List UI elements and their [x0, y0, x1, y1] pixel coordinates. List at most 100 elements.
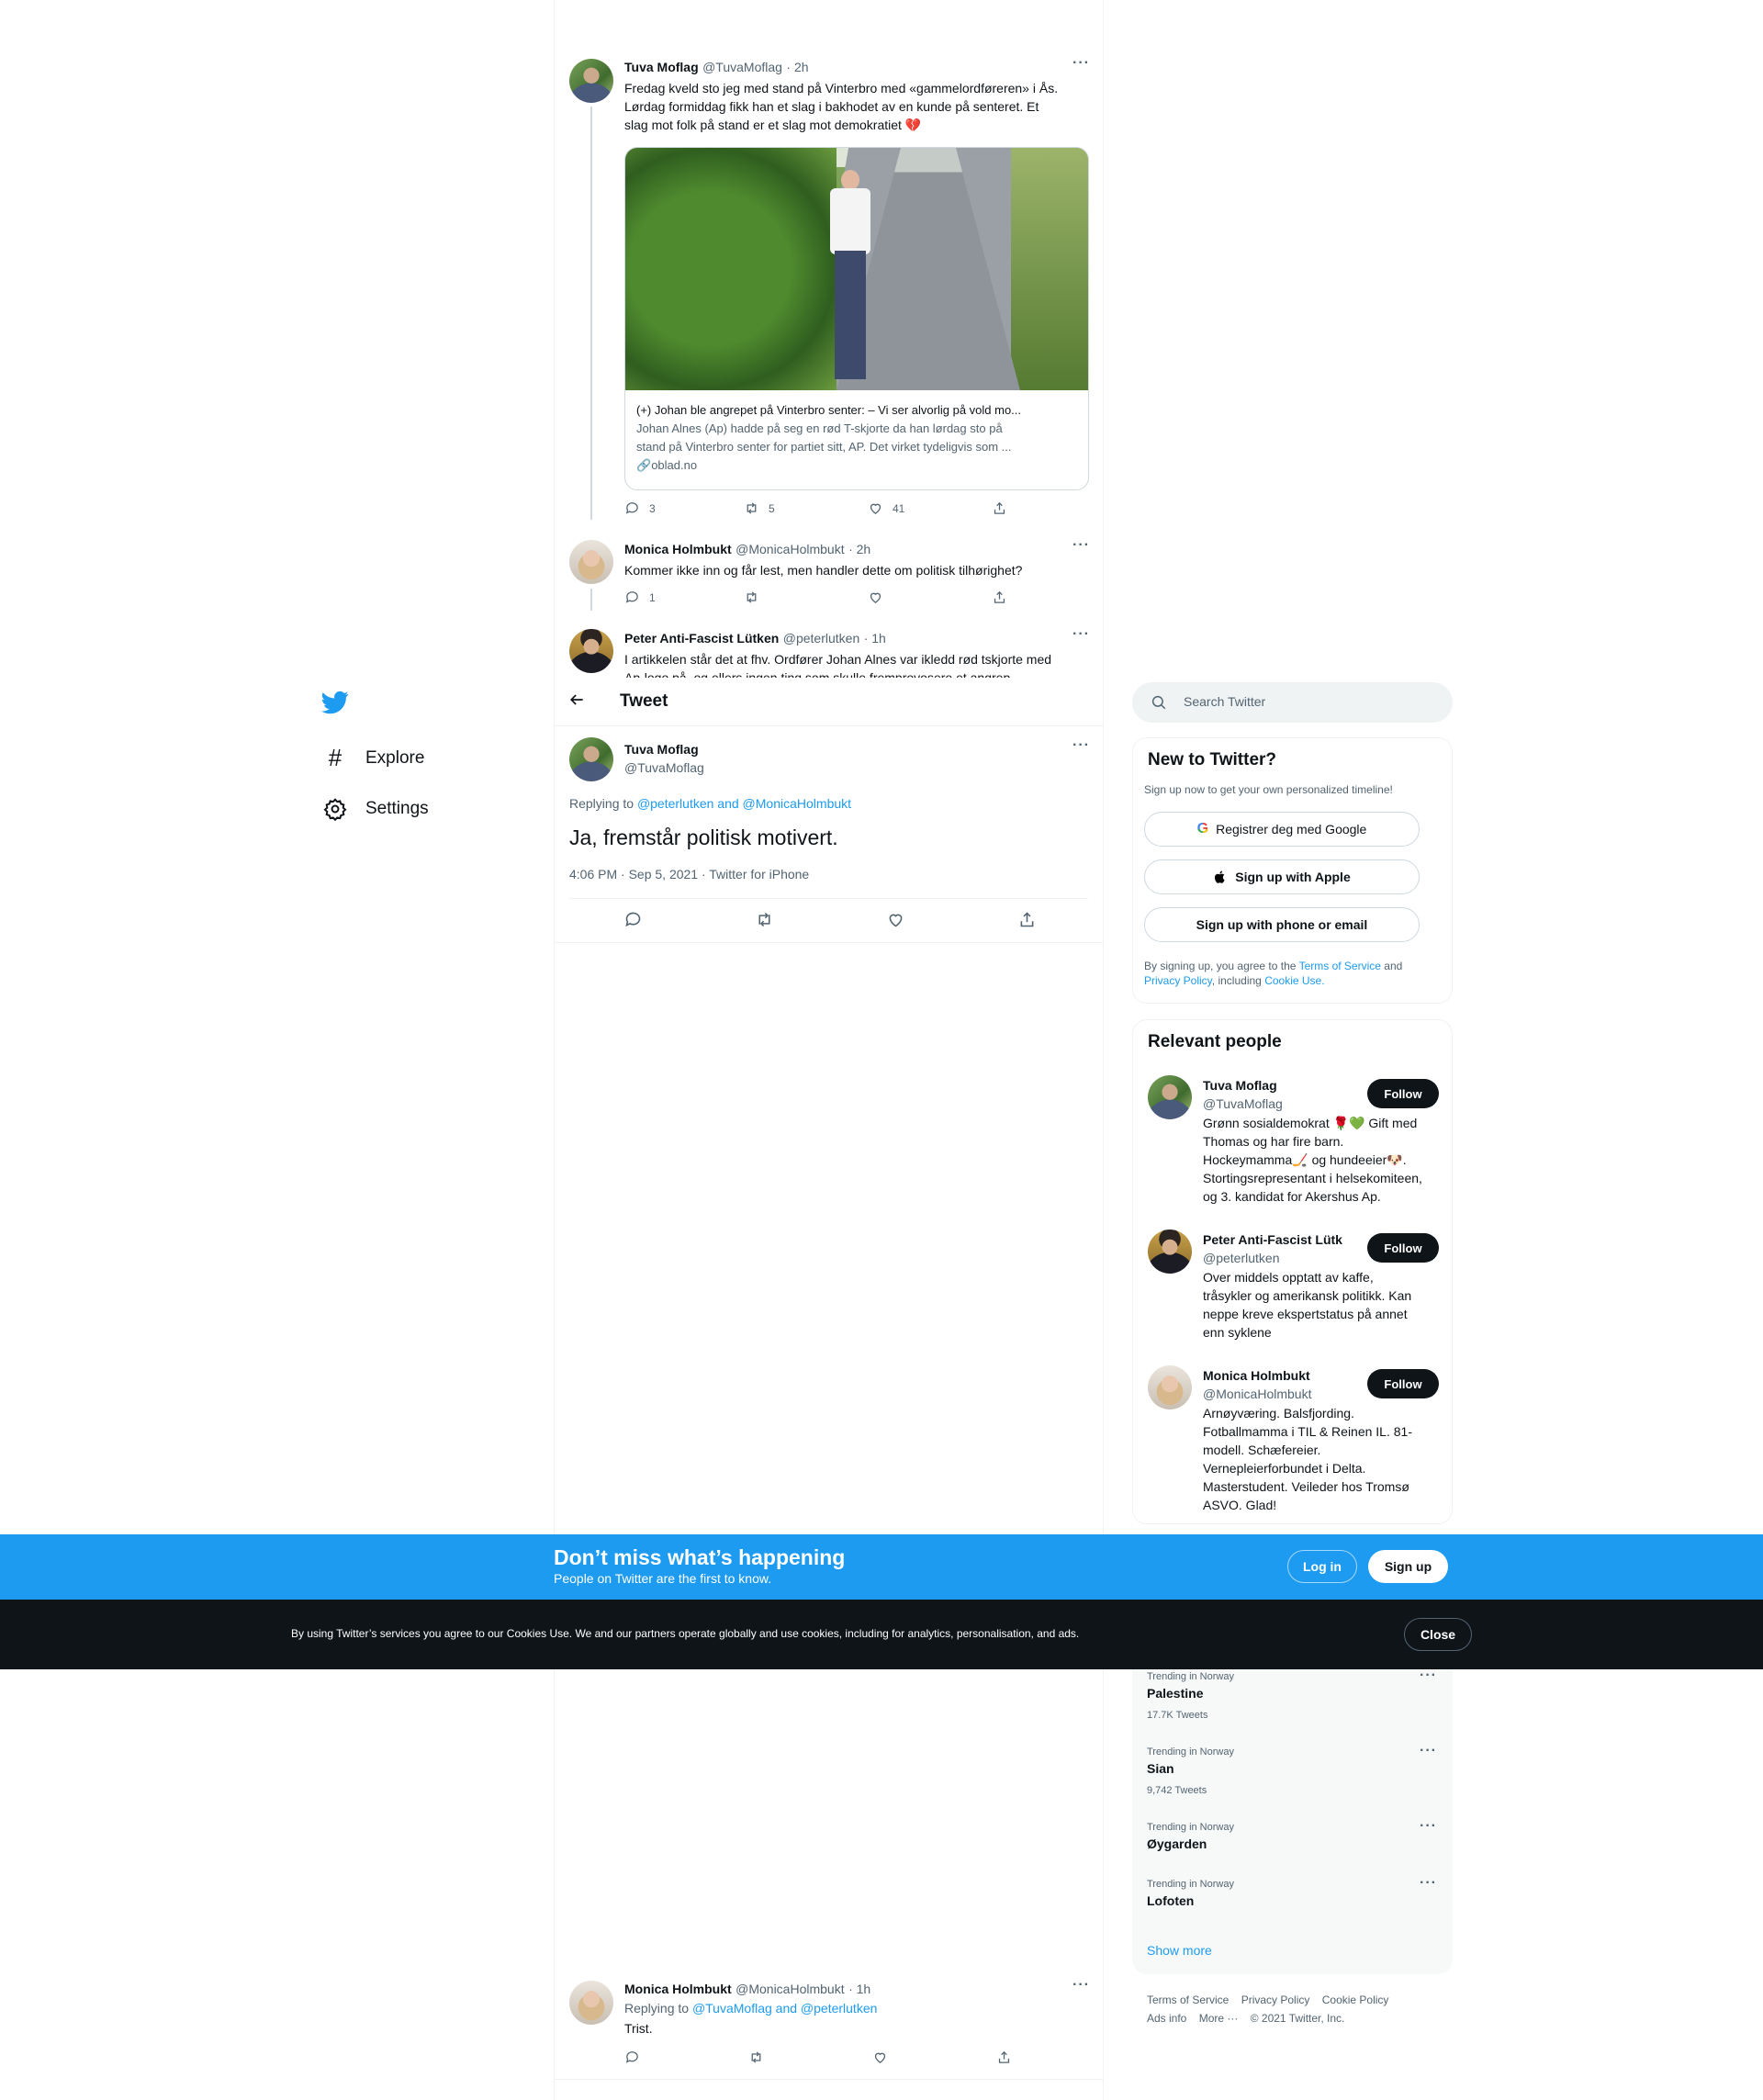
author-handle[interactable]: @TuvaMoflag [702, 60, 782, 74]
tweet-timestamp[interactable]: 4:06 PM · Sep 5, 2021 · Twitter for iPho… [569, 867, 809, 882]
reply-button[interactable] [624, 2049, 748, 2065]
person-name[interactable]: Peter Anti-Fascist Lütk [1203, 1230, 1342, 1249]
avatar[interactable] [569, 540, 613, 584]
thread-tweet-2[interactable]: Monica Holmbukt @MonicaHolmbukt · 2h ···… [569, 537, 1093, 611]
author-handle[interactable]: @peterlutken [783, 631, 859, 646]
follow-button[interactable]: Follow [1367, 1079, 1439, 1108]
follow-button[interactable]: Follow [1367, 1369, 1439, 1398]
person-handle[interactable]: @MonicaHolmbukt [1203, 1385, 1311, 1403]
like-button[interactable] [872, 2049, 996, 2065]
author-name[interactable]: Monica Holmbukt [624, 542, 732, 556]
trend-name: Øygarden [1147, 1836, 1207, 1851]
trend-item[interactable]: Trending in Norway Palestine 17.7K Tweet… [1132, 1668, 1453, 1739]
person-row[interactable]: Peter Anti-Fascist Lütk @peterlutken Fol… [1133, 1230, 1452, 1358]
share-button[interactable] [1017, 910, 1037, 929]
link-card-title: (+) Johan ble angrepet på Vinterbro sent… [636, 403, 1022, 417]
person-name[interactable]: Tuva Moflag [1203, 1076, 1283, 1095]
trend-item[interactable]: Trending in Norway Lofoten ··· [1132, 1875, 1453, 1928]
reply-button[interactable] [623, 910, 643, 929]
footer-cookie-link[interactable]: Cookie Policy [1322, 1993, 1389, 2006]
phone-email-signup-button[interactable]: Sign up with phone or email [1144, 907, 1420, 942]
trend-item[interactable]: Trending in Norway Øygarden ··· [1132, 1818, 1453, 1871]
privacy-link[interactable]: Privacy Policy [1144, 974, 1212, 987]
more-options-icon[interactable]: ··· [1072, 537, 1090, 554]
thread-tweet-1[interactable]: Tuva Moflag @TuvaMoflag · 2h ··· Fredag … [569, 55, 1093, 523]
avatar[interactable] [569, 629, 613, 673]
retweet-button[interactable] [744, 590, 868, 605]
nav-explore[interactable]: # Explore [323, 744, 425, 772]
cookie-use-link[interactable]: Cookie Use. [1264, 974, 1324, 987]
thread-tweet-3[interactable]: Peter Anti-Fascist Lütken @peterlutken ·… [569, 626, 1093, 678]
avatar[interactable] [1148, 1230, 1192, 1274]
tweet-time[interactable]: · 2h [848, 542, 870, 556]
more-options-icon[interactable]: ··· [1420, 1743, 1437, 1759]
author-name[interactable]: Monica Holmbukt [624, 1982, 732, 1996]
like-button[interactable]: 41 [868, 500, 992, 516]
person-identity: Tuva Moflag @TuvaMoflag [1203, 1076, 1283, 1113]
nav-settings[interactable]: Settings [323, 797, 429, 821]
person-handle[interactable]: @TuvaMoflag [1203, 1095, 1283, 1113]
reply-button[interactable]: 1 [624, 590, 744, 605]
share-button[interactable] [992, 590, 1007, 605]
search-box[interactable]: Search Twitter [1132, 682, 1453, 723]
more-options-icon[interactable]: ··· [1420, 1875, 1437, 1892]
avatar[interactable] [569, 59, 613, 103]
show-more-link[interactable]: Show more [1147, 1943, 1212, 1958]
author-handle[interactable]: @TuvaMoflag [624, 758, 704, 777]
author-handle[interactable]: @MonicaHolmbukt [736, 1982, 844, 1996]
replying-to-users[interactable]: @peterlutken and @MonicaHolmbukt [637, 796, 851, 811]
link-card-image [625, 148, 1088, 390]
back-button[interactable] [567, 691, 590, 713]
login-button[interactable]: Log in [1287, 1550, 1357, 1583]
more-options-icon[interactable]: ··· [1072, 626, 1090, 643]
person-row[interactable]: Monica Holmbukt @MonicaHolmbukt Follow A… [1133, 1365, 1452, 1522]
replying-to-users[interactable]: @TuvaMoflag and @peterlutken [692, 2001, 877, 2016]
more-options-icon[interactable]: ··· [1072, 55, 1090, 72]
footer-terms-link[interactable]: Terms of Service [1147, 1993, 1229, 2006]
trend-context: Trending in Norway [1147, 1671, 1234, 1682]
retweet-button[interactable] [748, 2049, 872, 2065]
retweet-button[interactable]: 5 [744, 500, 868, 516]
trend-item[interactable]: Trending in Norway Sian 9,742 Tweets ··· [1132, 1743, 1453, 1814]
like-button[interactable] [868, 590, 992, 605]
reply-button[interactable]: 3 [624, 500, 744, 516]
more-options-icon[interactable]: ··· [1072, 1977, 1090, 1993]
share-button[interactable] [992, 500, 1007, 516]
person-name[interactable]: Monica Holmbukt [1203, 1366, 1311, 1385]
avatar[interactable] [1148, 1365, 1192, 1409]
footer-more-link[interactable]: More ··· [1199, 2012, 1239, 2025]
google-signup-button[interactable]: G Registrer deg med Google [1144, 812, 1420, 847]
like-button[interactable] [886, 910, 905, 929]
hashtag-icon: # [328, 744, 342, 771]
more-options-icon[interactable]: ··· [1420, 1668, 1437, 1684]
tweet-time[interactable]: · 1h [864, 631, 886, 646]
cookie-close-button[interactable]: Close [1404, 1618, 1472, 1651]
author-name[interactable]: Tuva Moflag [624, 740, 704, 758]
avatar[interactable] [569, 737, 613, 781]
person-bio-line: Masterstudent. Veileder hos Tromsø [1203, 1479, 1409, 1494]
apple-signup-button[interactable]: Sign up with Apple [1144, 859, 1420, 894]
footer-ads-link[interactable]: Ads info [1147, 2012, 1186, 2025]
author-name[interactable]: Tuva Moflag [624, 60, 699, 74]
twitter-logo[interactable] [321, 689, 353, 716]
link-card[interactable]: (+) Johan ble angrepet på Vinterbro sent… [624, 147, 1089, 490]
footer-privacy-link[interactable]: Privacy Policy [1241, 1993, 1310, 2006]
signup-button[interactable]: Sign up [1368, 1550, 1448, 1583]
trends-card: Trending in Norway Palestine 17.7K Tweet… [1132, 1616, 1453, 1974]
tweet-text: I artikkelen står det at fhv. Ordfører J… [624, 650, 1093, 678]
tweet-time[interactable]: · 1h [848, 1982, 870, 1996]
terms-link[interactable]: Terms of Service [1299, 960, 1381, 972]
share-button[interactable] [996, 2049, 1012, 2065]
tweet-time[interactable]: · 2h [786, 60, 808, 74]
more-options-icon[interactable]: ··· [1072, 737, 1090, 754]
avatar[interactable] [569, 1981, 613, 2025]
retweet-button[interactable] [755, 910, 774, 929]
author-handle[interactable]: @MonicaHolmbukt [736, 542, 844, 556]
more-options-icon[interactable]: ··· [1420, 1818, 1437, 1835]
follow-button[interactable]: Follow [1367, 1233, 1439, 1263]
author-name[interactable]: Peter Anti-Fascist Lütken [624, 631, 779, 646]
person-handle[interactable]: @peterlutken [1203, 1249, 1342, 1267]
person-row[interactable]: Tuva Moflag @TuvaMoflag Follow Grønn sos… [1133, 1075, 1452, 1222]
reply-tweet[interactable]: Monica Holmbukt @MonicaHolmbukt · 1h ···… [555, 1970, 1103, 2080]
avatar[interactable] [1148, 1075, 1192, 1119]
